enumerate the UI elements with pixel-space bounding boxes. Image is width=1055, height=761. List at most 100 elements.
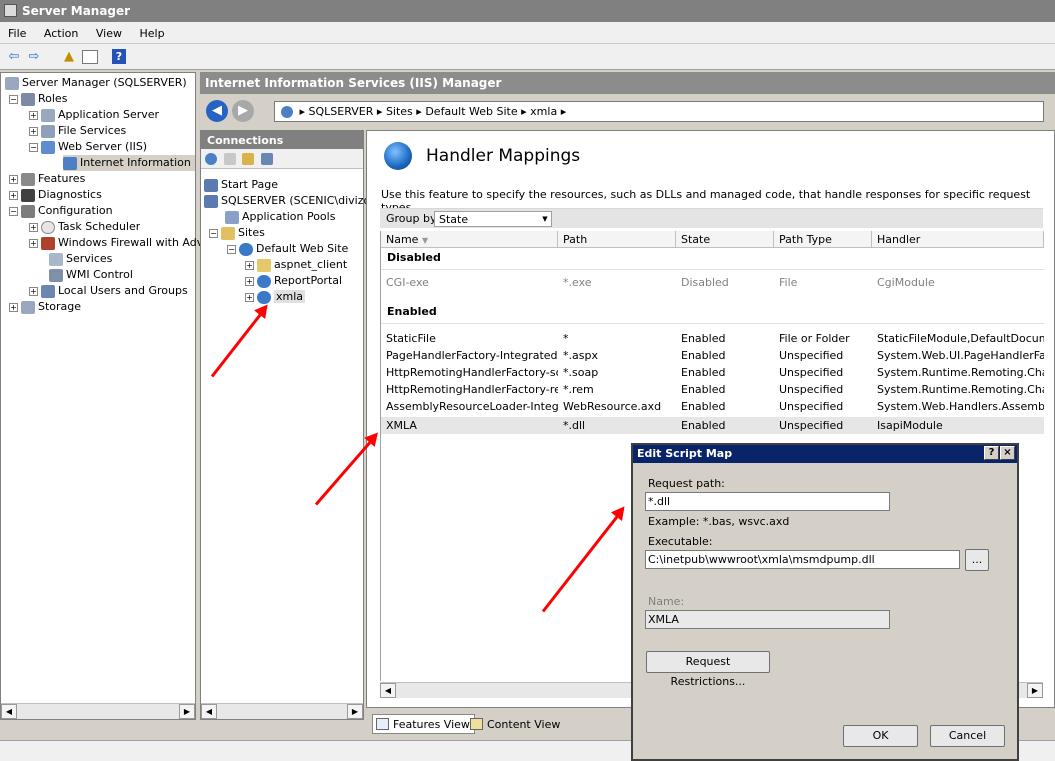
scroll-left-icon[interactable]: ◀ xyxy=(380,683,396,698)
tree-item-configuration[interactable]: − Configuration xyxy=(9,203,113,219)
connections-scrollbar[interactable]: ◀ ▶ xyxy=(201,703,363,719)
scroll-right-icon[interactable]: ▶ xyxy=(1027,683,1043,698)
iis-navbar: ◀ ▶ ▸ SQLSERVER ▸ Sites ▸ Default Web Si… xyxy=(200,94,1055,128)
tree-item-server-manager[interactable]: Server Manager (SQLSERVER) xyxy=(5,75,187,91)
server-manager-tree: Server Manager (SQLSERVER) − Roles + Appli… xyxy=(0,72,210,720)
column-header-state[interactable]: State xyxy=(676,231,774,248)
tree-item-services[interactable]: Services xyxy=(49,251,112,267)
save-icon[interactable] xyxy=(223,153,236,165)
connect-icon[interactable] xyxy=(205,153,217,165)
expand-icon[interactable]: + xyxy=(29,238,38,248)
globe-icon xyxy=(239,242,253,256)
table-row[interactable]: PageHandlerFactory-Integrated *.aspx Ena… xyxy=(381,347,1044,364)
conn-item-aspnet-client[interactable]: + aspnet_client xyxy=(245,257,347,273)
breadcrumb-xmla[interactable]: xmla xyxy=(530,105,557,118)
table-row[interactable]: HttpRemotingHandlerFactory-re… *.rem Ena… xyxy=(381,381,1044,398)
globe-icon xyxy=(281,106,293,118)
collapse-icon[interactable]: − xyxy=(29,142,38,152)
expand-icon[interactable]: + xyxy=(9,302,18,312)
column-header-path[interactable]: Path xyxy=(558,231,676,248)
scroll-left-icon[interactable]: ◀ xyxy=(1,704,17,719)
expand-icon[interactable]: + xyxy=(29,110,38,120)
table-row[interactable]: HttpRemotingHandlerFactory-so… *.soap En… xyxy=(381,364,1044,381)
tree-item-diagnostics[interactable]: + Diagnostics xyxy=(9,187,102,203)
table-row[interactable]: AssemblyResourceLoader-Integr… WebResour… xyxy=(381,398,1044,415)
group-header-disabled[interactable]: Disabled xyxy=(381,248,1044,270)
tree-item-iis-manager[interactable]: Internet Information Se xyxy=(63,155,195,171)
users-icon xyxy=(41,284,55,298)
request-path-input[interactable]: *.dll xyxy=(645,492,890,511)
tab-content-view[interactable]: Content View xyxy=(466,714,565,734)
up-icon[interactable] xyxy=(242,153,254,165)
expand-icon[interactable]: + xyxy=(9,190,18,200)
menu-file[interactable]: File xyxy=(8,27,26,40)
conn-item-reportportal[interactable]: + ReportPortal xyxy=(245,273,342,289)
group-header-enabled[interactable]: Enabled xyxy=(381,302,1044,324)
conn-item-xmla[interactable]: + xmla xyxy=(245,289,306,305)
collapse-icon[interactable]: − xyxy=(9,206,18,216)
table-row[interactable]: XMLA *.dll Enabled Unspecified IsapiModu… xyxy=(381,417,1044,434)
browse-button[interactable]: ... xyxy=(965,549,989,571)
menu-action[interactable]: Action xyxy=(44,27,78,40)
up-folder-icon[interactable]: ▲ xyxy=(60,49,78,65)
breadcrumb-default-web-site[interactable]: Default Web Site xyxy=(425,105,517,118)
scroll-left-icon[interactable]: ◀ xyxy=(201,704,217,719)
name-input[interactable]: XMLA xyxy=(645,610,890,629)
expand-icon[interactable]: + xyxy=(245,276,254,286)
cancel-button[interactable]: Cancel xyxy=(930,725,1005,747)
tree-item-windows-firewall[interactable]: + Windows Firewall with Adva xyxy=(29,235,210,251)
conn-item-start-page[interactable]: Start Page xyxy=(204,177,278,193)
ok-button[interactable]: OK xyxy=(843,725,918,747)
expand-icon[interactable]: + xyxy=(245,260,254,270)
request-restrictions-button[interactable]: Request Restrictions... xyxy=(646,651,770,688)
tree-item-wmi-control[interactable]: WMI Control xyxy=(49,267,133,283)
forward-arrow-icon[interactable]: ⇨ xyxy=(25,49,43,65)
executable-label: Executable: xyxy=(648,535,713,548)
breadcrumb-sites[interactable]: Sites xyxy=(386,105,413,118)
column-header-handler[interactable]: Handler xyxy=(872,231,1044,248)
column-header-path-type[interactable]: Path Type xyxy=(774,231,872,248)
menu-help[interactable]: Help xyxy=(139,27,164,40)
show-hide-tree-icon[interactable] xyxy=(82,50,98,64)
tree-item-features[interactable]: + Features xyxy=(9,171,85,187)
edit-script-map-dialog: Edit Script Map ? × Request path: *.dll … xyxy=(631,443,1019,761)
conn-item-sites[interactable]: − Sites xyxy=(209,225,265,241)
tree-item-task-scheduler[interactable]: + Task Scheduler xyxy=(29,219,140,235)
column-header-name[interactable]: Name ▼ xyxy=(381,231,558,248)
conn-item-application-pools[interactable]: Application Pools xyxy=(225,209,335,225)
tree-item-web-server[interactable]: − Web Server (IIS) xyxy=(29,139,147,155)
collapse-icon[interactable]: − xyxy=(209,228,218,238)
expand-icon[interactable]: + xyxy=(29,222,38,232)
menu-view[interactable]: View xyxy=(96,27,122,40)
tree-item-local-users[interactable]: + Local Users and Groups xyxy=(29,283,188,299)
collapse-icon[interactable]: − xyxy=(227,244,236,254)
scroll-right-icon[interactable]: ▶ xyxy=(347,704,363,719)
disconnect-icon[interactable] xyxy=(260,153,273,165)
expand-icon[interactable]: + xyxy=(29,126,38,136)
tree-item-file-services[interactable]: + File Services xyxy=(29,123,126,139)
scroll-right-icon[interactable]: ▶ xyxy=(179,704,195,719)
expand-icon[interactable]: + xyxy=(29,286,38,296)
tab-features-view[interactable]: Features View xyxy=(372,714,475,734)
expand-icon[interactable]: + xyxy=(9,174,18,184)
table-row[interactable]: CGI-exe *.exe Disabled File CgiModule xyxy=(381,274,1044,291)
configuration-icon xyxy=(21,204,35,218)
tree-item-storage[interactable]: + Storage xyxy=(9,299,81,315)
back-arrow-icon[interactable]: ⇦ xyxy=(5,49,23,65)
iis-forward-icon[interactable]: ▶ xyxy=(232,100,254,122)
conn-item-sqlserver[interactable]: SQLSERVER (SCENIC\divizo) xyxy=(204,193,375,209)
left-tree-scrollbar[interactable]: ◀ ▶ xyxy=(1,703,195,719)
close-icon[interactable]: × xyxy=(1000,446,1015,460)
collapse-icon[interactable]: − xyxy=(9,94,18,104)
help-icon[interactable]: ? xyxy=(112,49,126,64)
tree-item-roles[interactable]: − Roles xyxy=(9,91,67,107)
iis-back-icon[interactable]: ◀ xyxy=(206,100,228,122)
group-by-select[interactable]: State ▼ xyxy=(434,211,552,227)
breadcrumb-sqlserver[interactable]: SQLSERVER xyxy=(309,105,374,118)
conn-item-default-web-site[interactable]: − Default Web Site xyxy=(227,241,348,257)
expand-icon[interactable]: + xyxy=(245,292,254,302)
table-row[interactable]: StaticFile * Enabled File or Folder Stat… xyxy=(381,330,1044,347)
tree-item-application-server[interactable]: + Application Server xyxy=(29,107,159,123)
executable-input[interactable]: C:\inetpub\wwwroot\xmla\msmdpump.dll xyxy=(645,550,960,569)
help-icon[interactable]: ? xyxy=(984,446,999,460)
